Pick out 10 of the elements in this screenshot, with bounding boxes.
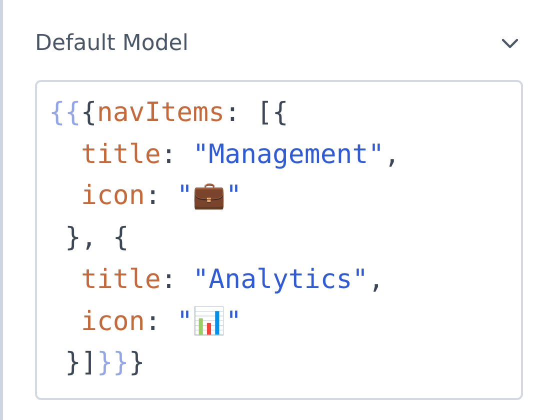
code-line: icon: "📊" xyxy=(80,304,243,339)
section-title: Default Model xyxy=(35,30,188,56)
code-line: {{{navItems: [{ xyxy=(49,96,290,130)
code-editor[interactable]: {{{navItems: [{ title: "Management", icon: "💼" }, { title: "Analytics", icon: "📊" }]}}} xyxy=(35,80,523,400)
chevron-icon[interactable] xyxy=(501,37,519,49)
code-line: title: "Analytics", xyxy=(80,262,386,297)
code-line: title: "Management", xyxy=(80,138,402,172)
code-line: icon: "💼" xyxy=(80,179,243,214)
code-line: }]}}} xyxy=(64,346,146,380)
code-line: }, { xyxy=(64,221,130,256)
